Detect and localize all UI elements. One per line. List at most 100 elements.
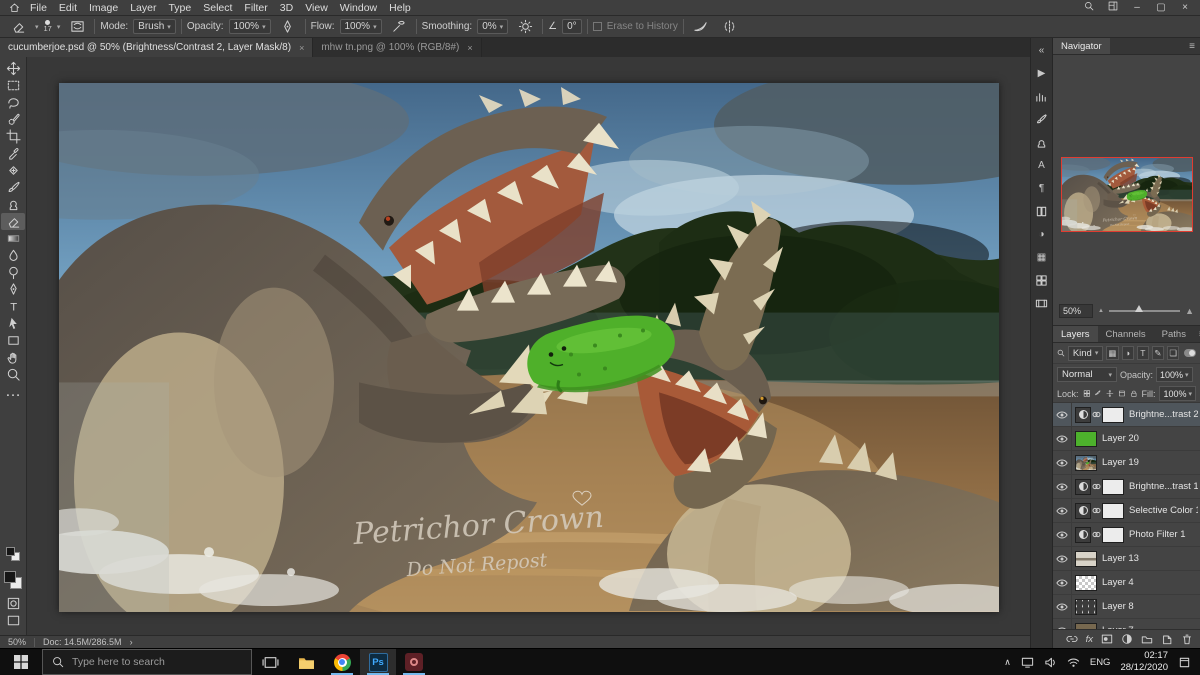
menu-select[interactable]: Select [197,2,238,14]
eraser-tool[interactable] [1,213,25,230]
lock-artboard-icon[interactable] [1118,388,1126,399]
pressure-opacity-icon[interactable] [276,18,300,35]
minimize-button[interactable]: – [1126,2,1148,13]
zoom-tool[interactable] [1,366,25,383]
layer-row[interactable]: Layer 20 [1053,427,1200,451]
layer-mask-thumbnail[interactable] [1102,406,1124,423]
notification-center-icon[interactable] [1178,656,1191,669]
zoom-in-icon[interactable]: ▲ [1185,306,1194,316]
filter-toggle[interactable] [1184,349,1196,357]
libraries-panel-icon[interactable] [1034,204,1050,219]
toolbar-ellipsis[interactable]: … [1,383,25,400]
visibility-toggle[interactable] [1053,523,1072,546]
app-search-icon[interactable] [1078,1,1100,14]
adjustment-layer-icon[interactable] [1075,406,1091,423]
layer-row[interactable]: Layer 7 [1053,619,1200,629]
layer-name[interactable]: Selective Color 1 [1129,505,1198,516]
layer-mask-thumbnail[interactable] [1102,478,1124,495]
actions-panel-icon[interactable]: ▶ [1034,66,1050,81]
layer-row[interactable]: Photo Filter 1 [1053,523,1200,547]
lock-transparency-icon[interactable] [1083,388,1091,399]
layer-name[interactable]: Photo Filter 1 [1129,529,1186,540]
foreground-color-swatch[interactable] [4,571,16,583]
visibility-toggle[interactable] [1053,451,1072,474]
app-button[interactable] [396,649,432,675]
volume-icon[interactable] [1044,656,1057,669]
paths-tab[interactable]: Paths [1154,326,1194,342]
brush-picker-caret[interactable]: ▾ [57,23,61,31]
visibility-toggle[interactable] [1053,475,1072,498]
status-zoom[interactable]: 50% [8,637,26,647]
layer-row[interactable]: Brightne...trast 1 [1053,475,1200,499]
status-expand-arrow[interactable]: › [130,637,133,647]
lasso-tool[interactable] [1,94,25,111]
menu-edit[interactable]: Edit [53,2,83,14]
new-layer-icon[interactable] [1161,633,1173,645]
brush-tool[interactable] [1,179,25,196]
tool-preset-caret[interactable]: ▾ [35,23,39,31]
tray-expand-icon[interactable]: ∧ [1004,657,1011,668]
visibility-toggle[interactable] [1053,427,1072,450]
start-button[interactable] [0,649,42,675]
smoothing-gear-icon[interactable] [513,18,537,35]
panel-menu-icon[interactable]: ≡ [1194,326,1200,342]
filter-smart-object-icon[interactable]: ❏ [1167,346,1180,360]
quick-selection-tool[interactable] [1,111,25,128]
zoom-slider[interactable] [1108,305,1181,312]
lock-all-icon[interactable] [1130,388,1138,399]
adjustment-layer-icon[interactable] [1075,478,1091,495]
filter-pixel-icon[interactable]: ▦ [1106,346,1119,360]
gradient-tool[interactable] [1,230,25,247]
layer-row[interactable]: Brightne...trast 2 [1053,403,1200,427]
dodge-tool[interactable] [1,264,25,281]
brush-preset-picker[interactable]: 17 [44,20,52,33]
delete-layer-icon[interactable] [1181,633,1193,645]
panel-menu-icon[interactable]: ≡ [1184,38,1200,54]
layer-thumbnail[interactable] [1075,598,1097,615]
flow-select[interactable]: 100% ▾ [339,19,382,34]
mini-color-swatches[interactable] [6,547,20,561]
character-panel-icon[interactable]: A [1034,158,1050,173]
filter-adjustment-icon[interactable]: ◑ [1121,346,1134,360]
layer-row[interactable]: Selective Color 1 [1053,499,1200,523]
mode-select[interactable]: Brush ▾ [133,19,176,34]
visibility-toggle[interactable] [1053,403,1072,426]
foreground-color-swatch[interactable] [6,547,15,556]
color-panel-icon[interactable]: ▦ [1034,250,1050,265]
pressure-size-icon[interactable] [689,18,713,35]
clone-stamp-tool[interactable] [1,196,25,213]
layer-name[interactable]: Brightne...trast 2 [1129,409,1198,420]
zoom-out-icon[interactable]: ▲ [1098,308,1104,314]
layers-tab[interactable]: Layers [1053,326,1098,342]
search-input[interactable] [72,656,227,668]
tab-close-icon[interactable]: × [467,43,472,53]
layer-row[interactable]: Layer 19 [1053,451,1200,475]
restore-button[interactable]: ▢ [1150,2,1172,13]
color-swatches[interactable] [4,571,22,589]
filter-shape-icon[interactable]: ✎ [1151,346,1165,360]
layer-name[interactable]: Layer 13 [1102,553,1139,564]
layer-opacity-input[interactable]: 100% ▾ [1156,367,1193,382]
add-adjustment-icon[interactable] [1121,633,1133,645]
hand-tool[interactable] [1,349,25,366]
filter-kind-select[interactable]: Kind ▾ [1067,345,1104,361]
path-selection-tool[interactable] [1,315,25,332]
lock-position-icon[interactable] [1106,388,1114,399]
brush-settings-panel-icon[interactable] [1034,112,1050,127]
layer-row[interactable]: Layer 13 [1053,547,1200,571]
new-group-icon[interactable] [1141,633,1153,645]
blur-tool[interactable] [1,247,25,264]
taskbar-search[interactable] [42,649,252,675]
layer-name[interactable]: Brightne...trast 1 [1129,481,1198,492]
lock-pixels-icon[interactable] [1094,388,1102,399]
visibility-toggle[interactable] [1053,595,1072,618]
layer-mask-thumbnail[interactable] [1102,526,1124,543]
marquee-tool[interactable] [1,77,25,94]
layer-mask-thumbnail[interactable] [1102,502,1124,519]
eyedropper-tool[interactable] [1,145,25,162]
layer-name[interactable]: Layer 20 [1102,433,1139,444]
channels-tab[interactable]: Channels [1098,326,1154,342]
zoom-slider-thumb[interactable] [1134,305,1143,312]
collapse-panels-icon[interactable]: « [1034,43,1050,58]
crop-tool[interactable] [1,128,25,145]
